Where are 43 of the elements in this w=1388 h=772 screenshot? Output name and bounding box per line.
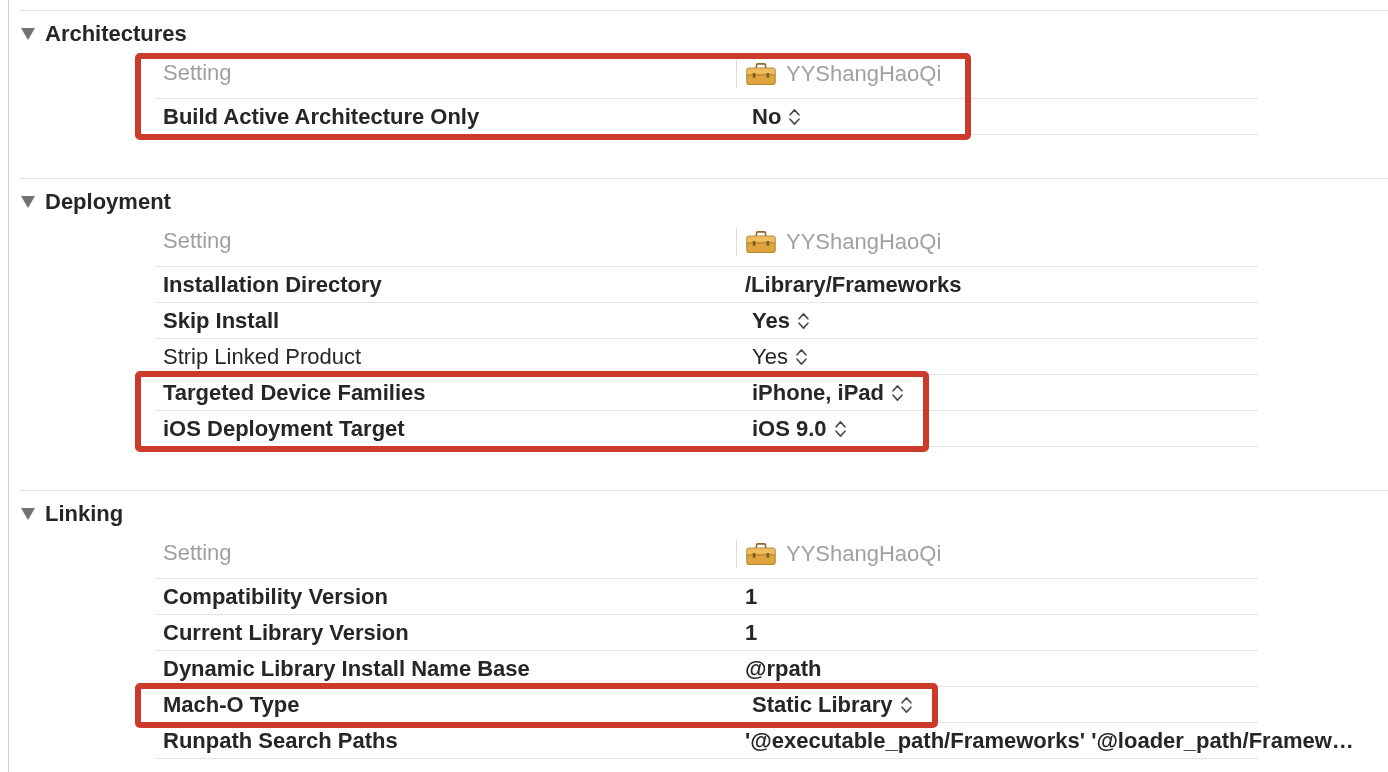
target-column-header: YYShangHaoQi <box>786 543 942 564</box>
section-title: Architectures <box>45 22 187 46</box>
setting-name: Installation Directory <box>163 273 382 296</box>
setting-value: /Library/Frameworks <box>745 273 962 296</box>
value-popup[interactable]: iPhone, iPad <box>752 381 904 404</box>
updown-chevron-icon <box>789 107 801 126</box>
updown-chevron-icon <box>892 383 904 402</box>
disclosure-triangle-icon[interactable] <box>21 508 35 520</box>
updown-chevron-icon <box>900 695 912 714</box>
setting-name: Skip Install <box>163 309 280 332</box>
setting-name: iOS Deployment Target <box>163 417 405 440</box>
updown-chevron-icon <box>834 419 846 438</box>
setting-value: 1 <box>745 621 758 644</box>
target-column-header: YYShangHaoQi <box>786 63 942 84</box>
updown-chevron-icon <box>795 347 807 366</box>
updown-chevron-icon <box>797 311 809 330</box>
value-popup[interactable]: Static Library <box>752 693 912 716</box>
section-title: Linking <box>45 502 124 526</box>
value-popup[interactable]: No <box>752 105 801 128</box>
value-popup[interactable]: Yes <box>752 345 807 368</box>
setting-value: @rpath <box>745 657 822 680</box>
setting-name: Runpath Search Paths <box>163 729 398 752</box>
setting-name: Strip Linked Product <box>163 345 362 368</box>
column-header: Setting <box>163 231 232 251</box>
setting-value: '@executable_path/Frameworks' '@loader_path/Framew… <box>745 729 1354 752</box>
setting-name: Build Active Architecture Only <box>163 105 480 128</box>
column-header: Setting <box>163 63 232 83</box>
setting-value: 1 <box>745 585 758 608</box>
setting-name: Compatibility Version <box>163 585 388 608</box>
setting-name: Dynamic Library Install Name Base <box>163 657 530 680</box>
column-header: Setting <box>163 543 232 563</box>
setting-name: Targeted Device Families <box>163 381 426 404</box>
briefcase-icon <box>745 62 777 85</box>
target-column-header: YYShangHaoQi <box>786 231 942 252</box>
briefcase-icon <box>745 542 777 565</box>
disclosure-triangle-icon[interactable] <box>21 196 35 208</box>
briefcase-icon <box>745 230 777 253</box>
section-title: Deployment <box>45 190 171 214</box>
value-popup[interactable]: iOS 9.0 <box>752 417 846 440</box>
disclosure-triangle-icon[interactable] <box>21 28 35 40</box>
setting-name: Current Library Version <box>163 621 409 644</box>
setting-name: Mach-O Type <box>163 693 300 716</box>
value-popup[interactable]: Yes <box>752 309 809 332</box>
